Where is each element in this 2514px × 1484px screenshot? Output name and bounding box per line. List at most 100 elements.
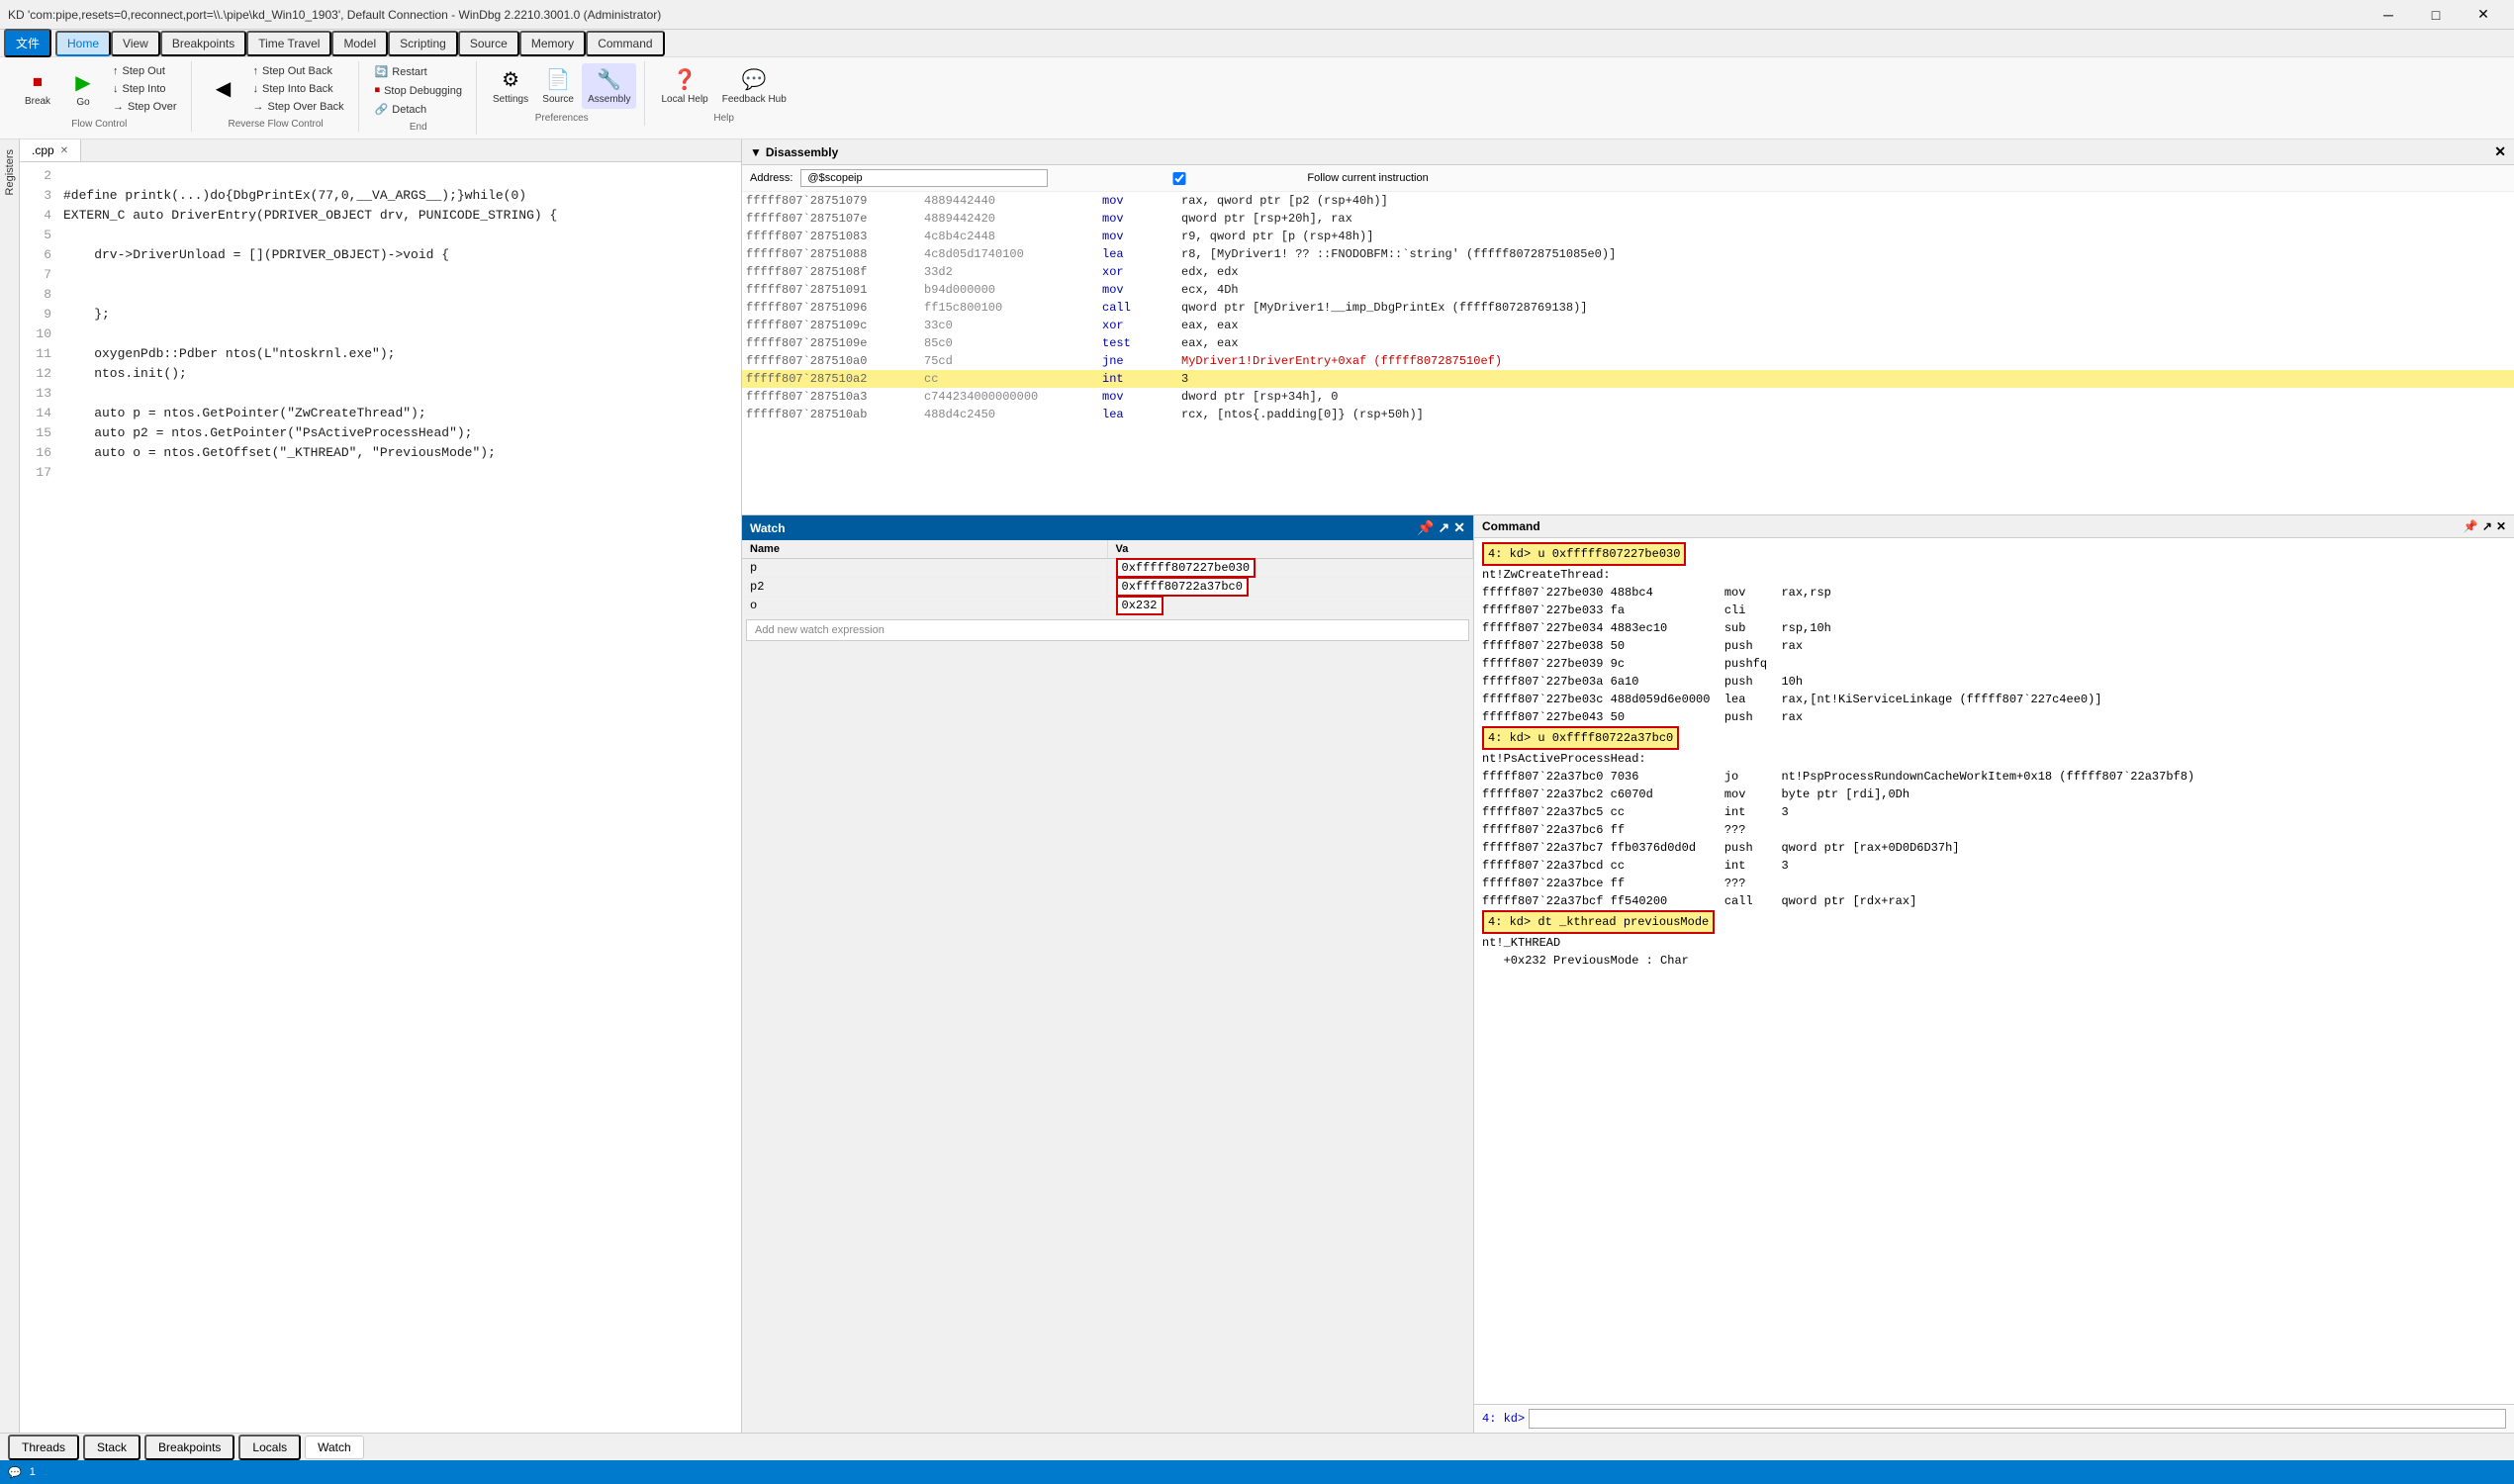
bottom-tab-locals[interactable]: Locals [238, 1435, 301, 1460]
editor-tab-close[interactable]: ✕ [60, 145, 68, 156]
assembly-icon: 🔧 [597, 67, 621, 92]
disasm-line[interactable]: fffff807`2875107e4889442420movqword ptr … [742, 210, 2514, 228]
go-back-button[interactable]: ◀ [202, 72, 245, 107]
disasm-bytes: 33d2 [924, 263, 1102, 281]
disassembly-close-button[interactable]: ✕ [2494, 143, 2506, 160]
memory-menu[interactable]: Memory [519, 31, 586, 56]
disasm-line[interactable]: fffff807`287510a2ccint3 [742, 370, 2514, 388]
breakpoints-menu[interactable]: Breakpoints [160, 31, 246, 56]
disasm-line[interactable]: fffff807`287510a075cdjneMyDriver1!Driver… [742, 352, 2514, 370]
command-popout-button[interactable]: ↗ [2482, 519, 2492, 533]
settings-button[interactable]: ⚙ Settings [487, 63, 534, 109]
disasm-bytes: 4889442420 [924, 210, 1102, 228]
line-number: 15 [20, 423, 59, 443]
feedback-hub-button[interactable]: 💬 Feedback Hub [716, 63, 792, 109]
disassembly-panel: ▼ Disassembly ✕ Address: Follow current … [742, 139, 2514, 515]
break-button[interactable]: ⏹ Break [16, 67, 59, 111]
minimize-button[interactable]: ─ [2366, 0, 2411, 30]
step-over-button[interactable]: → Step Over [107, 99, 183, 115]
disasm-line[interactable]: fffff807`28751091b94d000000movecx, 4Dh [742, 281, 2514, 299]
code-line: 4EXTERN_C auto DriverEntry(PDRIVER_OBJEC… [20, 206, 741, 226]
code-line: 11 oxygenPdb::Pdber ntos(L"ntoskrnl.exe"… [20, 344, 741, 364]
disasm-line[interactable]: fffff807`287510884c8d05d1740100lear8, [M… [742, 245, 2514, 263]
step-over-back-button[interactable]: → Step Over Back [247, 99, 350, 115]
watch-pin-button[interactable]: 📌 [1417, 519, 1434, 536]
disasm-bytes: b94d000000 [924, 281, 1102, 299]
command-line: fffff807`22a37bc5 cc int 3 [1482, 803, 2506, 821]
disasm-bytes: 4c8d05d1740100 [924, 245, 1102, 263]
local-help-button[interactable]: ❓ Local Help [655, 63, 713, 109]
disasm-line[interactable]: fffff807`2875108f33d2xoredx, edx [742, 263, 2514, 281]
bottom-tab-threads[interactable]: Threads [8, 1435, 79, 1460]
restart-button[interactable]: 🔄 Restart [369, 63, 468, 80]
line-number: 10 [20, 325, 59, 344]
source-menu[interactable]: Source [458, 31, 519, 56]
step-buttons: ↑ Step Out ↓ Step Into → Step Over [107, 63, 183, 115]
source-button[interactable]: 📄 Source [536, 63, 580, 109]
command-menu[interactable]: Command [586, 31, 664, 56]
disasm-operands: r8, [MyDriver1! ?? ::FNODOBFM::`string' … [1181, 245, 2510, 263]
command-close-button[interactable]: ✕ [2496, 519, 2506, 533]
command-pin-button[interactable]: 📌 [2464, 519, 2478, 533]
detach-button[interactable]: 🔗 Detach [369, 101, 468, 118]
reverse-flow-label: Reverse Flow Control [228, 119, 323, 130]
step-out-button[interactable]: ↑ Step Out [107, 63, 183, 79]
model-menu[interactable]: Model [331, 31, 388, 56]
watch-rows: p0xfffff807227be030p20xffff80722a37bc0o0… [742, 559, 1473, 615]
preferences-group: ⚙ Settings 📄 Source 🔧 Assembly Preferenc… [479, 61, 646, 126]
close-button[interactable]: ✕ [2461, 0, 2506, 30]
disasm-collapse-icon[interactable]: ▼ [750, 145, 762, 159]
disasm-line[interactable]: fffff807`2875109e85c0testeax, eax [742, 334, 2514, 352]
step-out-back-button[interactable]: ↑ Step Out Back [247, 63, 350, 79]
disasm-bytes: 33c0 [924, 317, 1102, 334]
disasm-mnemonic: mov [1102, 192, 1181, 210]
maximize-button[interactable]: □ [2413, 0, 2459, 30]
step-over-icon: → [113, 101, 124, 113]
file-menu[interactable]: 文件 [4, 29, 51, 57]
registers-panel[interactable]: Registers [0, 139, 20, 1433]
line-text: drv->DriverUnload = [](PDRIVER_OBJECT)->… [59, 245, 449, 265]
watch-row[interactable]: o0x232 [742, 597, 1473, 615]
watch-row[interactable]: p0xfffff807227be030 [742, 559, 1473, 578]
disassembly-content[interactable]: fffff807`287510794889442440movrax, qword… [742, 192, 2514, 514]
command-input[interactable] [1529, 1409, 2506, 1429]
disasm-line[interactable]: fffff807`28751096ff15c800100callqword pt… [742, 299, 2514, 317]
bottom-tab-watch[interactable]: Watch [305, 1436, 364, 1459]
address-input[interactable] [800, 169, 1048, 187]
disasm-address: fffff807`2875109e [746, 334, 924, 352]
watch-add-expression[interactable]: Add new watch expression [746, 619, 1469, 641]
reverse-flow-buttons: ◀ ↑ Step Out Back ↓ Step Into Back → Ste… [202, 63, 350, 115]
stop-debugging-button[interactable]: ⏹ Stop Debugging [369, 82, 468, 99]
step-into-button[interactable]: ↓ Step Into [107, 81, 183, 97]
time-travel-menu[interactable]: Time Travel [246, 31, 331, 56]
command-content[interactable]: 4: kd> u 0xfffff807227be030nt!ZwCreateTh… [1474, 538, 2514, 1404]
disasm-line[interactable]: fffff807`287510794889442440movrax, qword… [742, 192, 2514, 210]
disasm-line[interactable]: fffff807`287510a3c744234000000000movdwor… [742, 388, 2514, 406]
disasm-line[interactable]: fffff807`2875109c33c0xoreax, eax [742, 317, 2514, 334]
watch-row[interactable]: p20xffff80722a37bc0 [742, 578, 1473, 597]
bottom-tab-breakpoints[interactable]: Breakpoints [144, 1435, 234, 1460]
follow-instruction-checkbox[interactable] [1056, 172, 1303, 185]
watch-value-cell: 0x232 [1108, 597, 1474, 614]
bottom-tab-stack[interactable]: Stack [83, 1435, 140, 1460]
preferences-label: Preferences [535, 113, 589, 124]
line-text [59, 166, 63, 186]
code-content[interactable]: 23#define printk(...)do{DbgPrintEx(77,0,… [20, 162, 741, 1433]
disasm-line[interactable]: fffff807`287510834c8b4c2448movr9, qword … [742, 228, 2514, 245]
assembly-button[interactable]: 🔧 Assembly [582, 63, 636, 109]
command-prompt-line: 4: kd> dt _kthread previousMode [1482, 910, 1715, 934]
view-menu[interactable]: View [111, 31, 160, 56]
home-menu[interactable]: Home [55, 31, 111, 56]
go-button[interactable]: ▶ Go [61, 66, 105, 112]
step-into-back-button[interactable]: ↓ Step Into Back [247, 81, 350, 97]
watch-popout-button[interactable]: ↗ [1439, 519, 1450, 536]
settings-label: Settings [493, 94, 528, 105]
line-number: 6 [20, 245, 59, 265]
disasm-line[interactable]: fffff807`287510ab488d4c2450learcx, [ntos… [742, 406, 2514, 423]
watch-close-button[interactable]: ✕ [1453, 519, 1465, 536]
disasm-address: fffff807`2875109c [746, 317, 924, 334]
editor-tab[interactable]: .cpp ✕ [20, 139, 81, 161]
status-count: 1 [30, 1466, 36, 1478]
scripting-menu[interactable]: Scripting [388, 31, 458, 56]
watch-col-name: Name [742, 540, 1108, 558]
